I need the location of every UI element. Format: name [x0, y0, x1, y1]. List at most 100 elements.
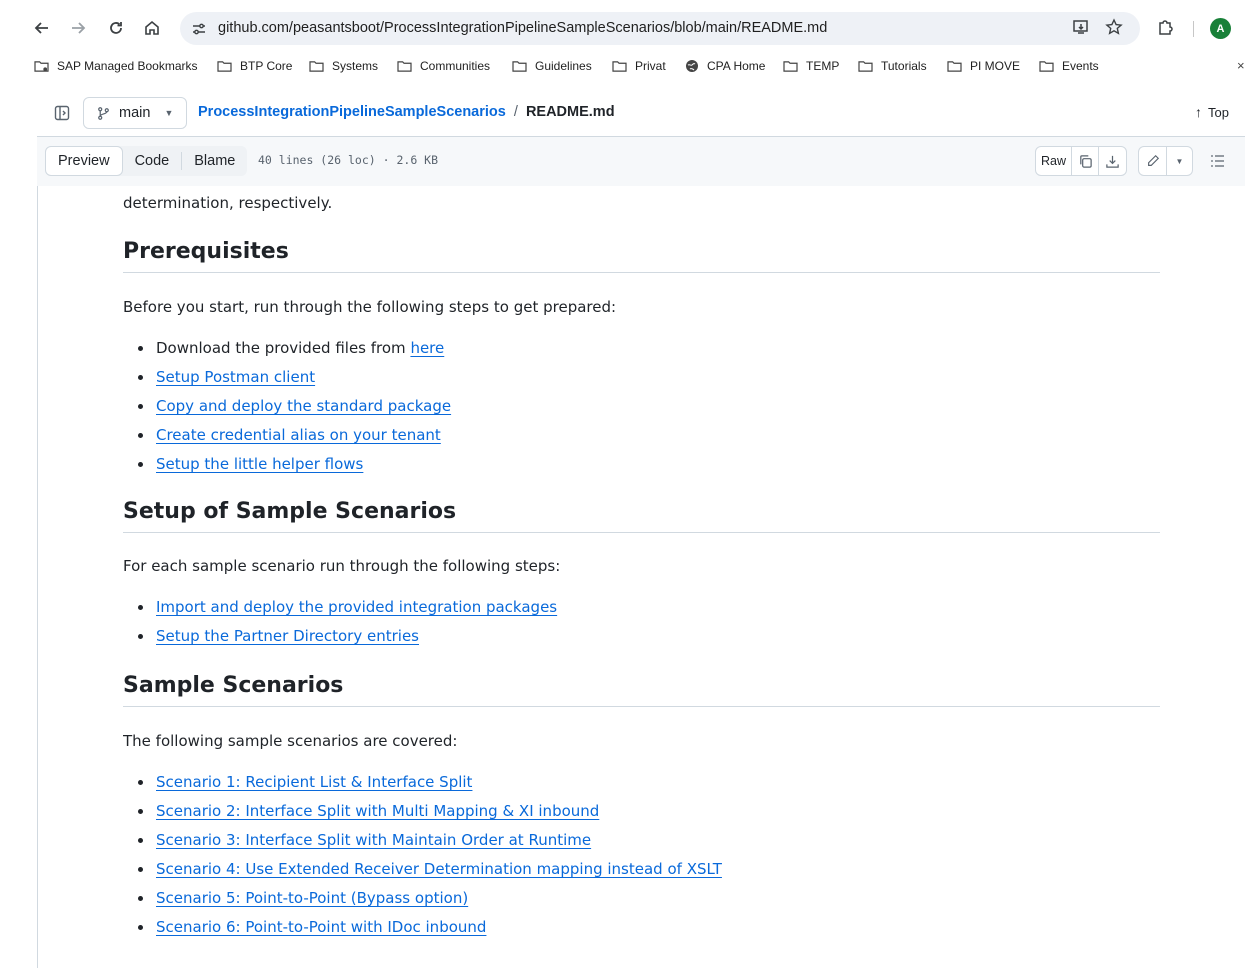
bookmark-label: SAP Managed Bookmarks — [57, 59, 198, 73]
folder-icon — [947, 60, 962, 72]
site-settings-icon[interactable] — [190, 20, 208, 38]
bookmark-events[interactable]: Events — [1039, 59, 1099, 73]
managed-folder-icon — [34, 60, 49, 72]
prereq-list: Download the provided files from here Se… — [123, 336, 1160, 481]
bookmark-cpa-home[interactable]: CPA Home — [685, 59, 765, 73]
extensions-icon[interactable] — [1152, 14, 1178, 40]
profile-avatar[interactable]: A — [1210, 18, 1231, 39]
address-bar[interactable]: github.com/peasantsboot/ProcessIntegrati… — [180, 12, 1140, 45]
list-item: Scenario 4: Use Extended Receiver Determ… — [123, 857, 1160, 886]
list-item: Download the provided files from here — [123, 336, 1160, 365]
branch-name: main — [119, 105, 151, 121]
section-lead: Before you start, run through the follow… — [123, 298, 617, 316]
bookmarks-bar: SAP Managed Bookmarks BTP Core Systems C… — [0, 56, 1245, 78]
bookmark-label: Events — [1062, 59, 1099, 73]
bookmark-tutorials[interactable]: Tutorials — [858, 59, 927, 73]
globe-icon — [686, 60, 698, 72]
install-app-icon[interactable] — [1068, 14, 1094, 40]
reload-icon[interactable] — [102, 14, 130, 42]
bookmark-label: Communities — [420, 59, 491, 73]
file-toolbar: Preview Code Blame 40 lines (26 loc) · 2… — [37, 136, 1245, 186]
scenario-1-link[interactable]: Scenario 1: Recipient List & Interface S… — [156, 773, 472, 791]
bookmark-privat[interactable]: Privat — [612, 59, 666, 73]
folder-icon — [309, 60, 324, 72]
forward-icon[interactable] — [64, 14, 92, 42]
create-credential-alias-link[interactable]: Create credential alias on your tenant — [156, 426, 441, 444]
intro-paragraph: determination, respectively. — [123, 191, 1160, 215]
folder-icon — [858, 60, 873, 72]
list-item: Copy and deploy the standard package — [123, 394, 1160, 423]
list-item: Scenario 5: Point-to-Point (Bypass optio… — [123, 886, 1160, 915]
import-deploy-packages-link[interactable]: Import and deploy the provided integrati… — [156, 598, 557, 616]
bookmark-label: BTP Core — [240, 59, 293, 73]
setup-postman-link[interactable]: Setup Postman client — [156, 368, 315, 386]
browser-toolbar: github.com/peasantsboot/ProcessIntegrati… — [0, 0, 1245, 56]
bookmark-label: Systems — [332, 59, 379, 73]
url-text[interactable]: github.com/peasantsboot/ProcessIntegrati… — [218, 20, 827, 36]
copy-raw-button[interactable] — [1072, 147, 1099, 175]
scenario-5-link[interactable]: Scenario 5: Point-to-Point (Bypass optio… — [156, 889, 468, 907]
sidebar-toggle-icon[interactable] — [51, 102, 73, 124]
folder-icon — [512, 60, 527, 72]
list-item: Setup the little helper flows — [123, 452, 1160, 481]
section-heading: Prerequisites — [123, 239, 1160, 273]
edit-button[interactable] — [1139, 147, 1167, 175]
section-heading: Sample Scenarios — [123, 673, 1160, 707]
edit-options-button[interactable]: ▼ — [1167, 147, 1192, 175]
scenario-3-link[interactable]: Scenario 3: Interface Split with Maintai… — [156, 831, 591, 849]
pencil-icon — [1147, 154, 1159, 166]
bookmark-pi-move[interactable]: PI MOVE — [947, 59, 1020, 73]
scenario-4-link[interactable]: Scenario 4: Use Extended Receiver Determ… — [156, 860, 722, 878]
scenario-2-link[interactable]: Scenario 2: Interface Split with Multi M… — [156, 802, 599, 820]
setup-list: Import and deploy the provided integrati… — [123, 595, 1160, 653]
outline-button[interactable] — [1205, 148, 1231, 174]
scenarios-list: Scenario 1: Recipient List & Interface S… — [123, 770, 1160, 944]
prereq-section: Prerequisites — [123, 239, 1160, 273]
tab-blame[interactable]: Blame — [182, 146, 247, 176]
top-button[interactable]: ↑ Top — [1195, 104, 1229, 120]
bookmark-systems[interactable]: Systems — [309, 59, 378, 73]
chevron-down-icon: ▼ — [1175, 156, 1184, 166]
bookmark-communities[interactable]: Communities — [397, 59, 490, 73]
list-unordered-icon — [1211, 155, 1224, 167]
edit-button-group: ▼ — [1138, 146, 1193, 176]
raw-button-group: Raw — [1035, 146, 1127, 176]
raw-button[interactable]: Raw — [1036, 147, 1072, 175]
tab-code[interactable]: Code — [123, 146, 182, 176]
list-item: Scenario 3: Interface Split with Maintai… — [123, 828, 1160, 857]
bookmark-guidelines[interactable]: Guidelines — [512, 59, 592, 73]
copy-icon — [1079, 154, 1092, 168]
bookmark-sap-managed[interactable]: SAP Managed Bookmarks — [34, 59, 198, 73]
bookmark-label: CPA Home — [707, 59, 766, 73]
view-mode-segmented-control: Preview Code Blame — [45, 146, 248, 176]
tab-preview[interactable]: Preview — [45, 146, 123, 176]
top-label: Top — [1208, 104, 1229, 120]
folder-icon — [612, 60, 627, 72]
back-icon[interactable] — [28, 14, 56, 42]
bookmark-btp-core[interactable]: BTP Core — [217, 59, 292, 73]
close-icon[interactable]: × — [1237, 58, 1245, 73]
bookmark-temp[interactable]: TEMP — [783, 59, 839, 73]
folder-icon — [1039, 60, 1054, 72]
partner-directory-link[interactable]: Setup the Partner Directory entries — [156, 627, 419, 645]
home-icon[interactable] — [138, 14, 166, 42]
download-icon — [1106, 155, 1119, 168]
list-item: Scenario 1: Recipient List & Interface S… — [123, 770, 1160, 799]
bookmark-label: Guidelines — [535, 59, 592, 73]
download-button[interactable] — [1099, 147, 1126, 175]
setup-helper-flows-link[interactable]: Setup the little helper flows — [156, 455, 363, 473]
here-link[interactable]: here — [410, 339, 444, 357]
scenario-6-link[interactable]: Scenario 6: Point-to-Point with IDoc inb… — [156, 918, 486, 936]
bookmark-label: PI MOVE — [970, 59, 1021, 73]
bookmark-star-icon[interactable] — [1101, 14, 1127, 40]
bookmark-label: TEMP — [806, 59, 840, 73]
folder-icon — [783, 60, 798, 72]
branch-selector-button[interactable]: main ▼ — [83, 97, 187, 129]
copy-deploy-package-link[interactable]: Copy and deploy the standard package — [156, 397, 451, 415]
bookmark-label: Tutorials — [881, 59, 927, 73]
repo-link[interactable]: ProcessIntegrationPipelineSampleScenario… — [198, 104, 506, 120]
section-lead: For each sample scenario run through the… — [123, 557, 561, 575]
arrow-up-icon: ↑ — [1195, 104, 1203, 120]
folder-icon — [397, 60, 412, 72]
list-item: Create credential alias on your tenant — [123, 423, 1160, 452]
